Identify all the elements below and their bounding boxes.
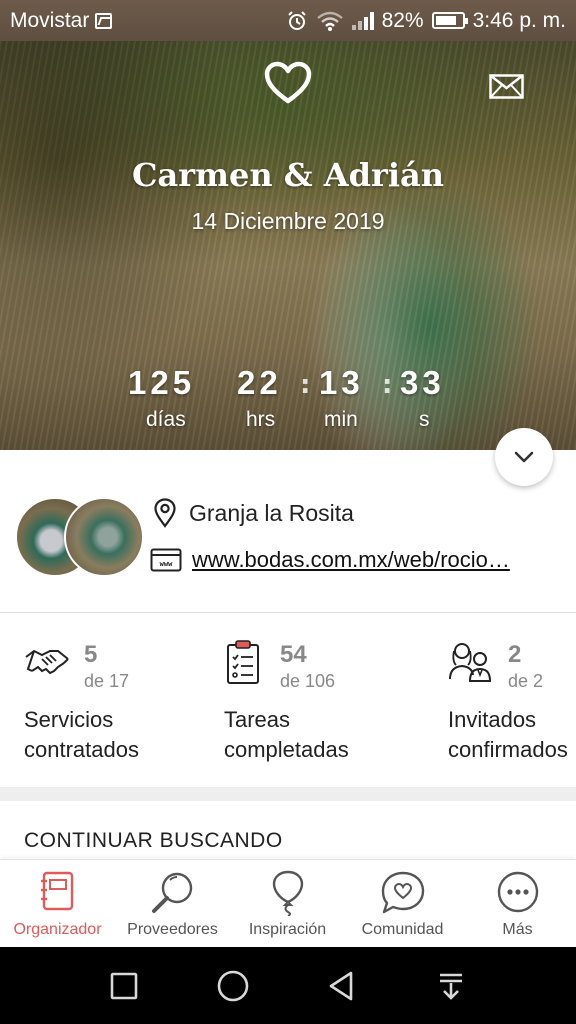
stat-total: de 17: [84, 671, 130, 691]
wedding-info: Granja la Rosita www www.bodas.com.mx/we…: [0, 450, 576, 612]
location-pin-icon: [154, 498, 176, 528]
nav-comunidad[interactable]: Comunidad: [345, 860, 460, 948]
status-icons: 82% 3:46 p. m.: [286, 9, 566, 33]
signal-icon: [351, 11, 374, 30]
bottom-navigation: Organizador Proveedores Inspiración Comu…: [0, 859, 576, 947]
magnifier-icon: [151, 872, 192, 913]
nav-label: Proveedores: [127, 921, 218, 938]
handshake-icon: [25, 649, 69, 675]
battery-percent: 82%: [381, 8, 424, 32]
browser-icon: www: [150, 548, 182, 572]
stat-total: de 2: [508, 671, 544, 691]
nav-organizador[interactable]: Organizador: [0, 860, 115, 948]
nav-label: Organizador: [13, 921, 102, 938]
couple-names: Carmen & Adrián: [132, 156, 444, 194]
countdown-separator: :: [300, 370, 311, 400]
countdown-hours-value: 22: [237, 364, 282, 401]
notification-shade-icon[interactable]: [434, 969, 468, 1003]
checklist-icon: [227, 640, 259, 684]
clock: 3:46 p. m.: [472, 8, 566, 32]
wedding-date: 14 Diciembre 2019: [191, 208, 385, 234]
notebook-icon: [40, 871, 73, 911]
stat-label-line: confirmados: [448, 737, 568, 762]
nav-inspiracion[interactable]: Inspiración: [230, 860, 345, 948]
hero-cover: Carmen & Adrián 14 Diciembre 2019 125 dí…: [0, 41, 576, 450]
website-link[interactable]: www.bodas.com.mx/web/rocio…: [192, 547, 510, 573]
carrier-group: Movistar: [10, 8, 113, 33]
nav-label: Más: [502, 921, 533, 938]
countdown-minutes-unit: min: [324, 408, 358, 431]
countdown-minutes-value: 13: [319, 364, 364, 401]
stat-label: Servicios contratados: [24, 705, 139, 765]
nav-mas[interactable]: Más: [460, 860, 575, 948]
expand-button[interactable]: [495, 428, 553, 486]
stat-label: Invitados confirmados: [448, 705, 568, 765]
nav-proveedores[interactable]: Proveedores: [115, 860, 230, 948]
alarm-icon: [287, 10, 306, 30]
countdown-hours-unit: hrs: [246, 408, 276, 431]
carrier-name: Movistar: [10, 8, 90, 32]
countdown-days-unit: días: [146, 408, 186, 431]
home-icon[interactable]: [216, 969, 250, 1003]
countdown-separator: :: [382, 370, 393, 400]
back-icon[interactable]: [325, 969, 359, 1003]
image-notification-icon: [95, 12, 113, 29]
stat-count: 2: [508, 641, 522, 668]
guests-icon: [449, 643, 492, 682]
stat-count: 54: [280, 641, 307, 668]
stat-label-line: completadas: [224, 737, 349, 762]
recent-apps-icon[interactable]: [107, 969, 141, 1003]
location-row[interactable]: Granja la Rosita: [153, 498, 354, 528]
balloon-icon: [272, 870, 303, 916]
countdown-seconds-value: 33: [400, 364, 445, 401]
nav-label: Comunidad: [361, 921, 444, 938]
stat-label: Tareas completadas: [224, 705, 349, 765]
heart-icon[interactable]: [264, 61, 312, 105]
section-separator: [0, 787, 576, 801]
stat-label-line: Servicios: [24, 707, 114, 732]
status-bar: Movistar 82% 3:46 p. m.: [0, 0, 576, 41]
chevron-down-icon: [514, 451, 534, 463]
mail-icon[interactable]: [489, 74, 524, 99]
stat-label-line: Tareas: [224, 707, 291, 732]
section-title: CONTINUAR BUSCANDO: [24, 829, 283, 852]
countdown-seconds-unit: s: [419, 408, 430, 431]
stat-label-line: Invitados: [448, 707, 537, 732]
more-icon: [497, 871, 538, 913]
countdown-days-value: 125: [128, 364, 196, 401]
nav-label: Inspiración: [248, 921, 327, 938]
website-row[interactable]: www www.bodas.com.mx/web/rocio…: [150, 547, 510, 573]
svg-text:www: www: [160, 560, 173, 568]
stat-label-line: contratados: [24, 737, 139, 762]
battery-fill: [435, 16, 457, 25]
battery-icon: [431, 12, 468, 29]
continue-searching-section: CONTINUAR BUSCANDO: [0, 801, 576, 859]
chat-heart-icon: [381, 871, 424, 914]
system-navigation-bar: [0, 947, 576, 1024]
wifi-icon: [316, 11, 343, 31]
location-name: Granja la Rosita: [189, 499, 354, 526]
stats-row: 5 de 17 Servicios contratados 54 de 106 …: [0, 613, 576, 787]
stat-total: de 106: [280, 671, 336, 691]
countdown: 125 días 22 hrs : 13 min : 33 s: [0, 364, 576, 434]
stat-count: 5: [84, 641, 98, 668]
couple-photo[interactable]: [64, 497, 144, 577]
